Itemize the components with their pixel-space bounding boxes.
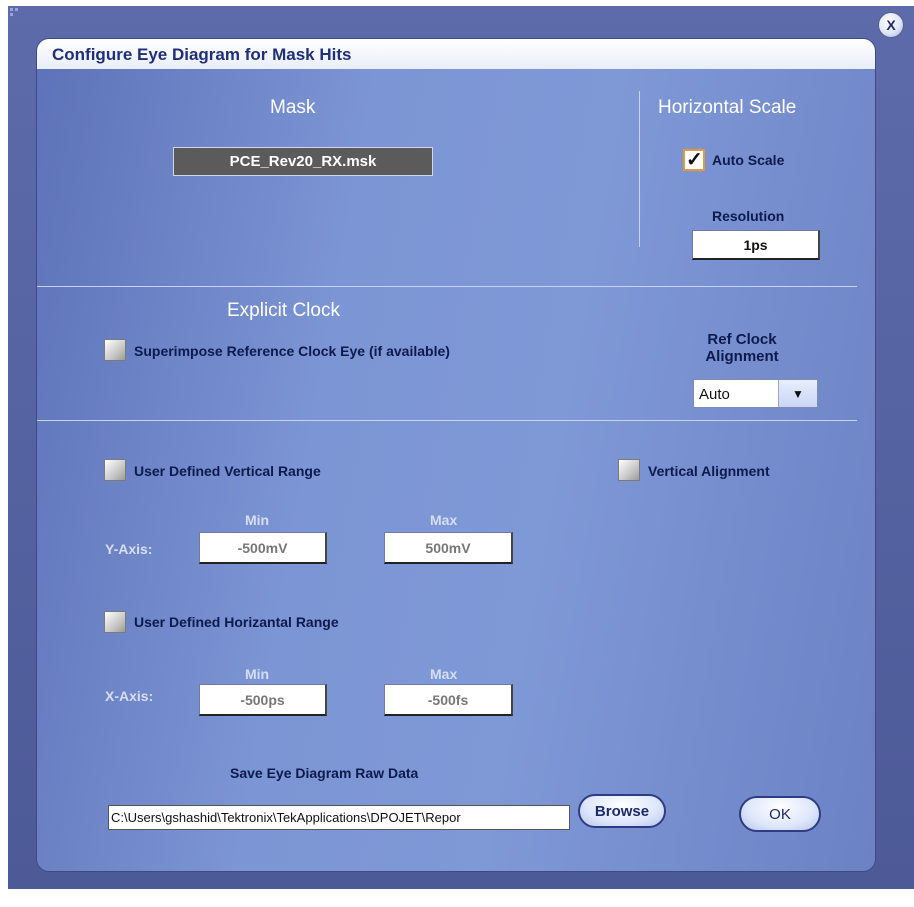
user-horizontal-range-checkbox[interactable] xyxy=(104,611,126,633)
ref-clock-alignment-select[interactable]: Auto ▼ xyxy=(693,379,818,408)
section-divider xyxy=(37,286,857,287)
x-min-label: Min xyxy=(245,666,270,682)
x-max-input[interactable]: -500fs xyxy=(384,684,513,716)
ref-clock-label-line1: Ref Clock xyxy=(707,331,777,348)
y-min-label: Min xyxy=(245,512,270,528)
section-divider-vertical xyxy=(639,91,640,247)
configure-eye-diagram-dialog: Configure Eye Diagram for Mask Hits Mask… xyxy=(37,39,875,871)
vertical-alignment-checkbox[interactable] xyxy=(618,459,640,481)
ref-clock-label-line2: Alignment xyxy=(705,348,779,365)
x-axis-label: X-Axis: xyxy=(105,688,154,704)
dialog-title: Configure Eye Diagram for Mask Hits xyxy=(52,45,352,64)
mask-file-field[interactable]: PCE_Rev20_RX.msk xyxy=(173,147,433,176)
user-horizontal-range-label: User Defined Horizantal Range xyxy=(134,614,339,630)
y-max-label: Max xyxy=(430,512,458,528)
checkmark-icon: ✓ xyxy=(686,149,703,171)
resize-grip-icon[interactable] xyxy=(10,8,20,18)
save-path-input[interactable]: C:\Users\gshashid\Tektronix\TekApplicati… xyxy=(108,805,570,830)
user-vertical-range-label: User Defined Vertical Range xyxy=(134,463,321,479)
resolution-label: Resolution xyxy=(712,208,785,224)
superimpose-ref-clock-label: Superimpose Reference Clock Eye (if avai… xyxy=(134,343,450,359)
y-min-input[interactable]: -500mV xyxy=(199,532,327,564)
dialog-titlebar: Configure Eye Diagram for Mask Hits xyxy=(37,39,875,69)
superimpose-ref-clock-checkbox[interactable] xyxy=(104,339,126,361)
x-max-label: Max xyxy=(430,666,458,682)
browse-button[interactable]: Browse xyxy=(578,794,666,828)
save-raw-data-label: Save Eye Diagram Raw Data xyxy=(230,765,419,781)
mask-heading: Mask xyxy=(270,97,316,118)
ref-clock-alignment-value: Auto xyxy=(699,386,730,403)
y-axis-label: Y-Axis: xyxy=(105,541,153,557)
horizontal-scale-heading: Horizontal Scale xyxy=(658,97,797,118)
auto-scale-checkbox[interactable]: ✓ xyxy=(683,149,705,171)
explicit-clock-heading: Explicit Clock xyxy=(227,300,340,321)
x-min-input[interactable]: -500ps xyxy=(199,684,327,716)
vertical-alignment-label: Vertical Alignment xyxy=(648,463,770,479)
chevron-down-icon[interactable]: ▼ xyxy=(778,380,817,407)
resolution-input[interactable]: 1ps xyxy=(692,230,820,260)
user-vertical-range-checkbox[interactable] xyxy=(104,459,126,481)
auto-scale-label: Auto Scale xyxy=(712,152,785,168)
ok-button[interactable]: OK xyxy=(739,796,821,832)
section-divider xyxy=(37,420,857,421)
close-button[interactable]: X xyxy=(878,12,904,38)
close-icon: X xyxy=(886,17,896,33)
y-max-input[interactable]: 500mV xyxy=(384,532,513,564)
ref-clock-label: Ref Clock Alignment xyxy=(677,331,807,365)
